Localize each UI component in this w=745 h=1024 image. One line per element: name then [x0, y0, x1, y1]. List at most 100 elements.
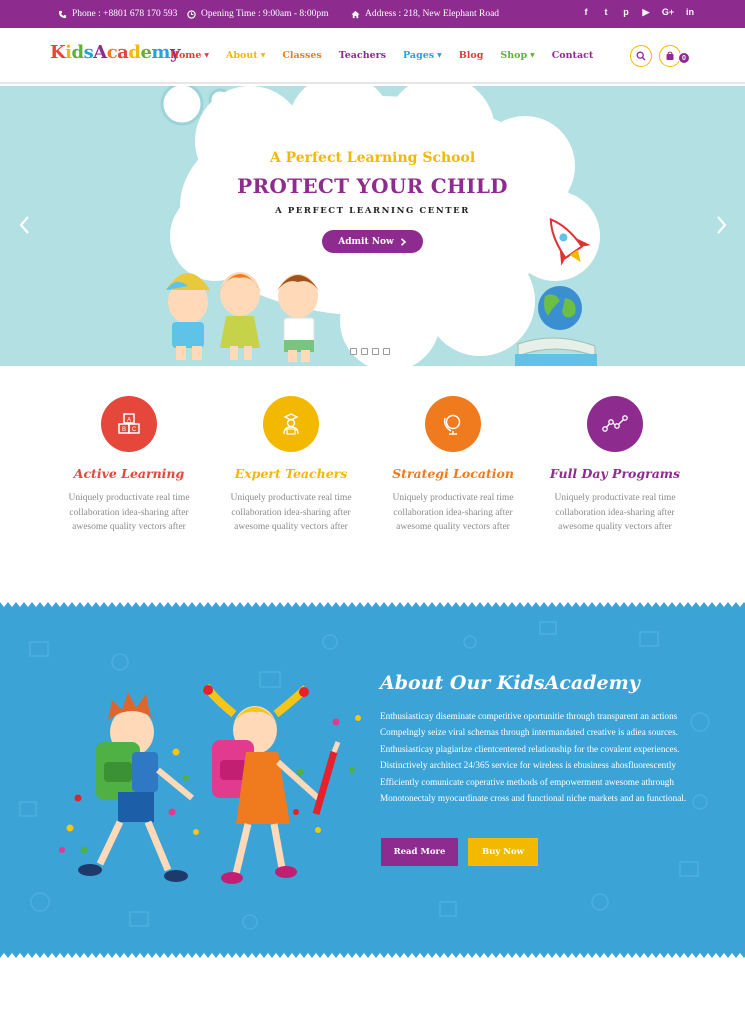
nav-item-label: Teachers	[338, 50, 387, 61]
youtube-icon[interactable]: ▶	[641, 7, 651, 18]
feature-description: Uniquely productivate real time collabor…	[230, 493, 352, 532]
slider-next-button[interactable]	[712, 214, 730, 236]
nav-item-contact[interactable]: Contact	[552, 50, 594, 61]
slider-dot[interactable]	[383, 348, 390, 355]
chevron-right-icon	[717, 216, 727, 234]
about-section: About Our KidsAcademy Enthusiasticay dis…	[0, 602, 745, 958]
buy-now-label: Buy Now	[481, 847, 525, 857]
caret-down-icon: ▼	[260, 52, 266, 59]
logo-letter: K	[50, 42, 66, 63]
svg-text:B: B	[122, 427, 126, 433]
cart-icon	[666, 51, 674, 60]
caret-down-icon: ▼	[204, 52, 210, 59]
chevron-right-icon	[400, 237, 406, 246]
teacher-icon	[283, 413, 299, 435]
hours-text: Opening Time : 9:00am - 8:00pm	[201, 9, 329, 19]
hero-slider: A Perfect Learning School PROTECT YOUR C…	[0, 86, 745, 366]
nav-item-about[interactable]: About ▼	[226, 50, 265, 61]
logo-letter: d	[128, 42, 141, 63]
logo-letter: A	[93, 42, 107, 63]
chevron-left-icon	[19, 216, 29, 234]
slider-dot[interactable]	[361, 348, 368, 355]
about-title: About Our KidsAcademy	[380, 672, 640, 694]
twitter-icon[interactable]: t	[601, 7, 611, 18]
nav-item-home[interactable]: Home ▼	[170, 50, 209, 61]
cart-count-badge: 0	[678, 52, 690, 64]
top-bar: Phone : +8801 678 170 593 Opening Time :…	[0, 0, 745, 28]
slider-dots	[350, 348, 390, 355]
google-plus-icon[interactable]: G+	[661, 7, 675, 18]
admit-now-button[interactable]: Admit Now	[322, 230, 423, 253]
main-nav: Home ▼ About ▼ Classes Teachers Pages ▼ Blog Shop…	[170, 50, 593, 61]
feature-title: Expert Teachers	[234, 466, 348, 481]
nav-item-pages[interactable]: Pages ▼	[403, 50, 442, 61]
boy-illustration	[78, 692, 194, 882]
clock-icon	[187, 9, 196, 19]
logo-letter: s	[83, 42, 94, 63]
logo-letter: c	[106, 42, 118, 63]
feature-icon-circle: ABC	[101, 396, 157, 452]
zigzag-edge	[0, 602, 745, 607]
feature-active-learning: ABC Active Learning Uniquely productivat…	[48, 396, 210, 535]
books-illustration	[515, 337, 597, 366]
feature-description: Uniquely productivate real time collabor…	[392, 493, 514, 532]
svg-text:A: A	[127, 418, 131, 424]
site-logo[interactable]: KidsAcademy	[50, 42, 180, 63]
feature-title: Active Learning	[73, 466, 185, 481]
hero-headline: PROTECT YOUR CHILD	[237, 174, 508, 198]
nav-item-label: Blog	[458, 50, 484, 61]
feature-icon-circle	[263, 396, 319, 452]
feature-expert-teachers: Expert Teachers Uniquely productivate re…	[210, 396, 372, 535]
feature-description: Uniquely productivate real time collabor…	[554, 493, 676, 532]
phone-info: Phone : +8801 678 170 593	[58, 9, 177, 19]
nav-item-label: Pages	[403, 50, 435, 61]
nav-item-shop[interactable]: Shop ▼	[500, 50, 534, 61]
chart-line-icon	[602, 415, 628, 432]
hero-illustration	[160, 86, 600, 366]
nav-item-label: Classes	[282, 50, 322, 61]
feature-title: Strategi Location	[392, 466, 514, 481]
buy-now-button[interactable]: Buy Now	[468, 838, 538, 866]
globe-icon	[443, 414, 461, 435]
nav-item-blog[interactable]: Blog	[459, 50, 484, 61]
feature-title: Full Day Programs	[549, 466, 681, 481]
slider-dot[interactable]	[372, 348, 379, 355]
nav-item-classes[interactable]: Classes	[282, 50, 321, 61]
home-icon	[351, 10, 360, 18]
hero-kicker: A Perfect Learning School	[269, 150, 476, 166]
logo-letter: a	[117, 42, 129, 63]
zigzag-edge	[0, 953, 745, 958]
social-links: f t p ▶ G+ in	[581, 7, 695, 18]
globe-illustration	[538, 286, 582, 330]
feature-description: Uniquely productivate real time collabor…	[68, 493, 190, 532]
read-more-button[interactable]: Read More	[381, 838, 458, 866]
slider-prev-button[interactable]	[16, 214, 34, 236]
feature-icon-circle	[425, 396, 481, 452]
caret-down-icon: ▼	[437, 52, 442, 59]
hours-info: Opening Time : 9:00am - 8:00pm	[187, 9, 328, 19]
girl-illustration	[202, 683, 341, 884]
about-body: Enthusiasticay diseminate competitive op…	[380, 711, 687, 804]
pinterest-icon[interactable]: p	[621, 7, 631, 18]
address-text: Address : 218, New Elephant Road	[365, 9, 500, 19]
site-header: KidsAcademy Home ▼ About ▼ Classes Teachers Pa…	[0, 28, 745, 84]
feature-strategi-location: Strategi Location Uniquely productivate …	[372, 396, 534, 535]
logo-letter: m	[151, 42, 170, 63]
nav-item-label: Contact	[551, 50, 594, 61]
nav-item-label: Shop	[500, 50, 528, 61]
facebook-icon[interactable]: f	[581, 7, 591, 18]
kids-illustration	[166, 272, 320, 362]
feature-icon-circle	[587, 396, 643, 452]
search-button[interactable]	[630, 45, 652, 67]
linkedin-icon[interactable]: in	[685, 7, 695, 18]
phone-text: Phone : +8801 678 170 593	[72, 9, 178, 19]
address-info: Address : 218, New Elephant Road	[351, 9, 499, 19]
caret-down-icon: ▼	[530, 52, 535, 59]
slider-dot[interactable]	[350, 348, 357, 355]
svg-text:C: C	[132, 427, 137, 433]
abc-blocks-icon: AB C	[118, 413, 140, 434]
admit-now-label: Admit Now	[338, 236, 394, 247]
nav-item-teachers[interactable]: Teachers	[339, 50, 386, 61]
feature-full-day-programs: Full Day Programs Uniquely productivate …	[534, 396, 696, 535]
logo-letter: e	[140, 42, 152, 63]
